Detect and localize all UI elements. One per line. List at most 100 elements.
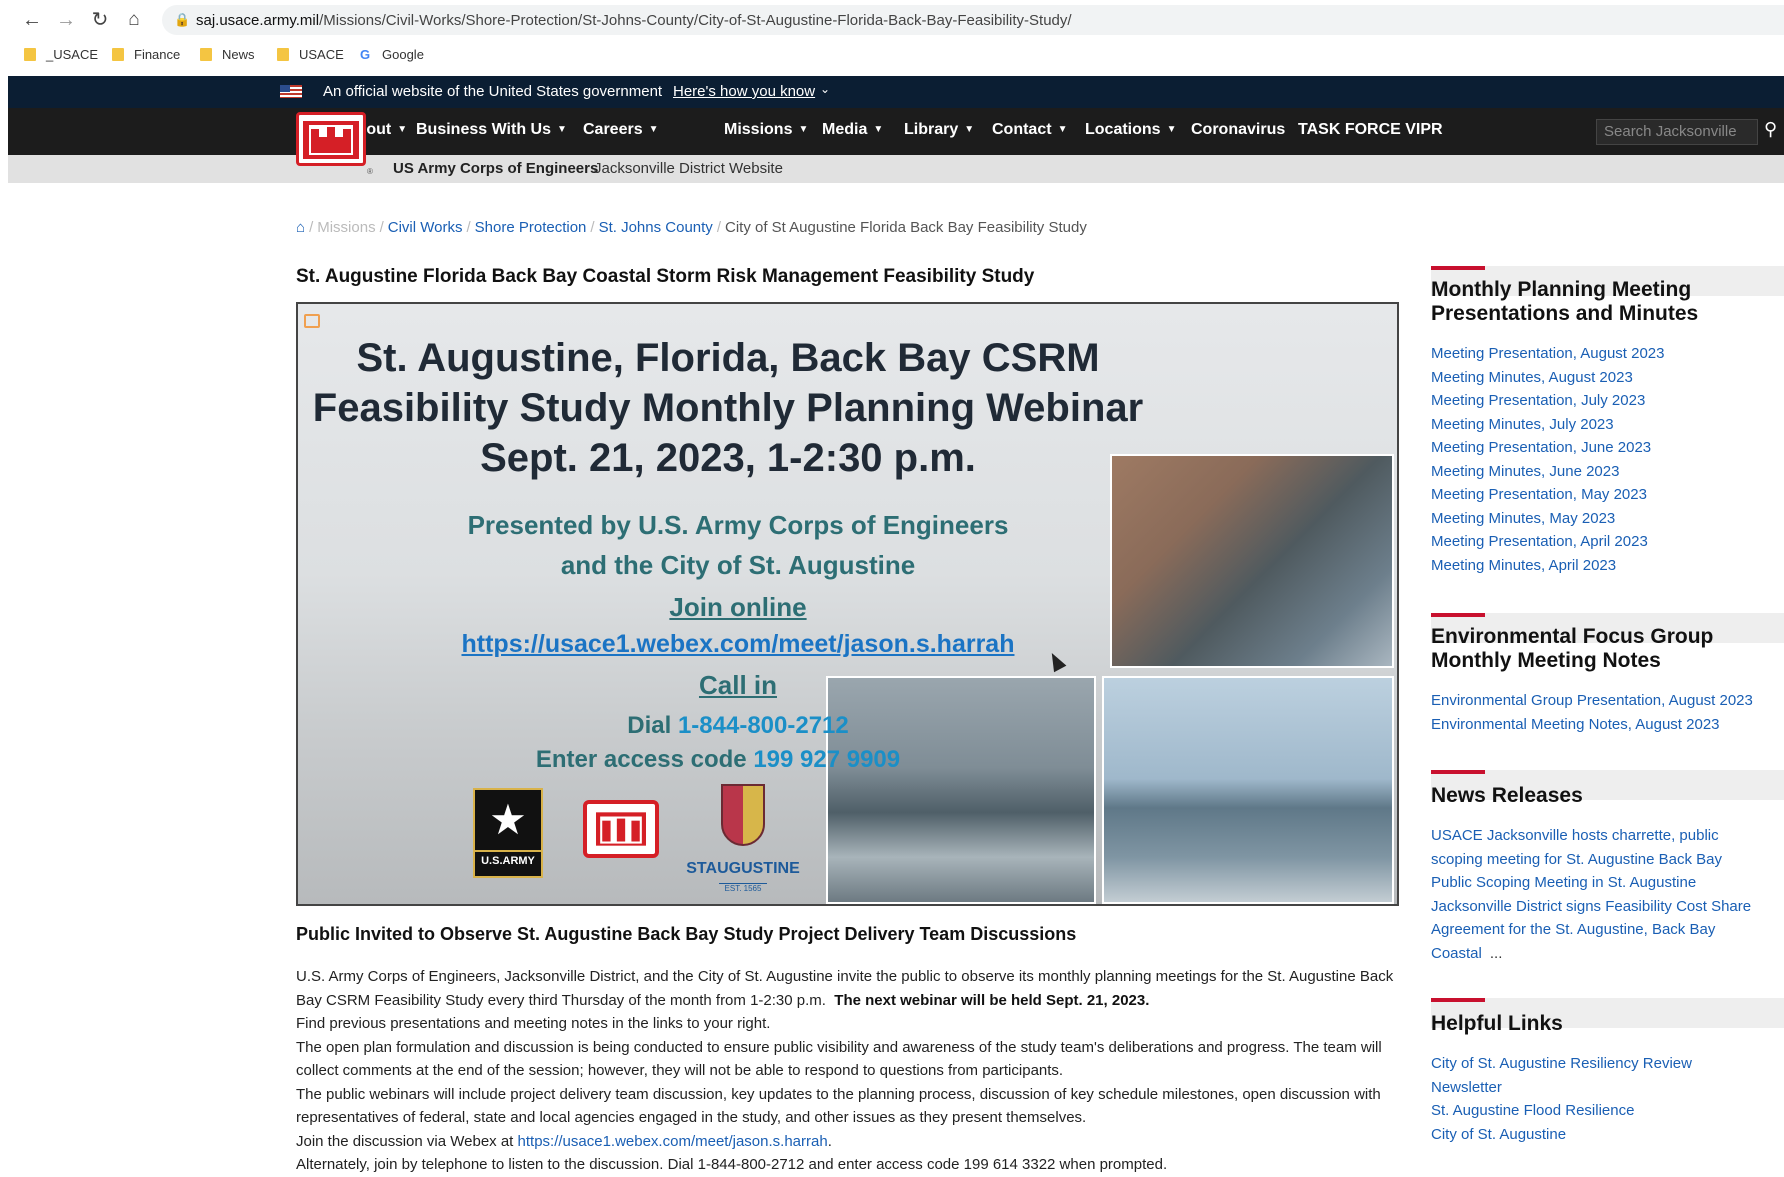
caret-down-icon: ▼ <box>798 124 809 135</box>
google-icon: G <box>360 47 371 62</box>
search-icon[interactable]: ⚲ <box>1764 119 1777 140</box>
nav-library[interactable]: Library ▼ <box>904 121 974 139</box>
section-accent <box>1431 770 1485 774</box>
lock-icon: 🔒 <box>174 12 191 27</box>
link-env-notes-aug-2023[interactable]: Environmental Meeting Notes, August 2023 <box>1431 713 1753 737</box>
bookmark-google[interactable]: G Google <box>360 47 424 62</box>
bookmark-news[interactable]: News <box>200 47 255 62</box>
org-name: US Army Corps of Engineers <box>393 160 599 177</box>
registered-mark: ® <box>367 167 373 176</box>
sidebar-environmental-group: Environmental Focus Group Monthly Meeting… <box>1431 613 1784 743</box>
banner-presented-line1: Presented by U.S. Army Corps of Engineer… <box>467 510 1009 540</box>
link-resiliency-review[interactable]: City of St. Augustine Resiliency Review <box>1431 1052 1692 1076</box>
banner-presented-line2: and the City of St. Augustine <box>560 550 916 580</box>
link-presentation-may-2023[interactable]: Meeting Presentation, May 2023 <box>1431 483 1665 507</box>
banner-webex-url: https://usace1.webex.com/meet/jason.s.ha… <box>461 630 1015 658</box>
bookmarks-bar: _USACE Finance News USACE G Google <box>0 44 1784 68</box>
site-subbar: ® US Army Corps of Engineers Jacksonvill… <box>8 155 1784 183</box>
link-presentation-aug-2023[interactable]: Meeting Presentation, August 2023 <box>1431 342 1665 366</box>
paragraph-webinars: The public webinars will include project… <box>296 1085 1381 1127</box>
banner-access-code: Enter access code 199 927 9909 <box>535 746 901 773</box>
sidebar-monthly-meetings: Monthly Planning Meeting Presentations an… <box>1431 266 1784 586</box>
search-input[interactable]: Search Jacksonville <box>1596 119 1758 145</box>
section-accent <box>1431 998 1485 1002</box>
section-accent <box>1431 613 1485 617</box>
sidebar-heading-news: News Releases <box>1431 784 1583 807</box>
link-presentation-jun-2023[interactable]: Meeting Presentation, June 2023 <box>1431 436 1665 460</box>
reload-icon[interactable]: ↻ <box>88 8 112 32</box>
link-presentation-apr-2023[interactable]: Meeting Presentation, April 2023 <box>1431 530 1665 554</box>
link-minutes-jul-2023[interactable]: Meeting Minutes, July 2023 <box>1431 413 1665 437</box>
folder-icon <box>277 48 289 61</box>
link-city-st-augustine[interactable]: City of St. Augustine <box>1431 1123 1692 1147</box>
browser-chrome: ← → ↻ ⌂ 🔒 saj.usace.army.mil/Missions/Ci… <box>0 0 1784 76</box>
bookmark-usace[interactable]: USACE <box>277 47 344 62</box>
article-body: U.S. Army Corps of Engineers, Jacksonvil… <box>296 965 1396 1177</box>
breadcrumb-shore-protection[interactable]: Shore Protection <box>475 219 587 236</box>
section-subtitle: Public Invited to Observe St. Augustine … <box>296 924 1077 944</box>
site-name: Jacksonville District Website <box>594 160 783 177</box>
news-charrette-link[interactable]: USACE Jacksonville hosts charrette, publ… <box>1431 824 1751 848</box>
sidebar-news-releases: News Releases USACE Jacksonville hosts c… <box>1431 770 1784 970</box>
home-icon[interactable]: ⌂ <box>296 219 305 236</box>
address-row: ← → ↻ ⌂ 🔒 saj.usace.army.mil/Missions/Ci… <box>0 0 1784 40</box>
breadcrumb-missions[interactable]: Missions <box>317 219 375 236</box>
news-cost-share-link-end[interactable]: Coastal... <box>1431 942 1751 966</box>
link-minutes-jun-2023[interactable]: Meeting Minutes, June 2023 <box>1431 460 1665 484</box>
link-newsletter[interactable]: Newsletter <box>1431 1076 1692 1100</box>
sidebar-heading-helpful: Helpful Links <box>1431 1012 1563 1035</box>
gov-banner-text: An official website of the United States… <box>323 83 663 100</box>
more-ellipsis[interactable]: ... <box>1490 945 1503 962</box>
banner-dial: Dial 1-844-800-2712 <box>627 712 849 739</box>
back-icon[interactable]: ← <box>20 8 44 32</box>
link-minutes-aug-2023[interactable]: Meeting Minutes, August 2023 <box>1431 366 1665 390</box>
nav-locations[interactable]: Locations ▼ <box>1085 121 1176 139</box>
news-links: USACE Jacksonville hosts charrette, publ… <box>1431 824 1751 965</box>
usace-castle-logo[interactable] <box>296 112 366 166</box>
nav-contact[interactable]: Contact ▼ <box>992 121 1067 139</box>
st-augustine-city-logo: STAUGUSTINE EST. 1565 <box>678 784 808 894</box>
sidebar-helpful-links: Helpful Links City of St. Augustine Resi… <box>1431 998 1784 1148</box>
nav-coronavirus[interactable]: Coronavirus <box>1191 121 1285 139</box>
webex-link[interactable]: https://usace1.webex.com/meet/jason.s.ha… <box>518 1133 828 1150</box>
nav-business-with-us[interactable]: Business With Us ▼ <box>416 121 567 139</box>
comment-icon[interactable] <box>304 314 320 328</box>
bookmark-usace-folder[interactable]: _USACE <box>24 47 98 62</box>
castle-icon <box>596 812 646 846</box>
news-charrette-link-cont[interactable]: scoping meeting for St. Augustine Back B… <box>1431 848 1751 872</box>
nav-media[interactable]: Media ▼ <box>822 121 883 139</box>
address-bar[interactable]: 🔒 saj.usace.army.mil/Missions/Civil-Work… <box>162 5 1784 35</box>
seawall-waves-photo <box>826 676 1096 904</box>
caret-down-icon: ▼ <box>648 124 659 135</box>
folder-icon <box>200 48 212 61</box>
webinar-banner-image: St. Augustine, Florida, Back Bay CSRM Fe… <box>296 302 1399 906</box>
castle-icon <box>303 121 359 159</box>
folder-icon <box>112 48 124 61</box>
forward-icon[interactable]: → <box>54 8 78 32</box>
how-you-know-link[interactable]: Here's how you know <box>673 83 815 100</box>
link-presentation-jul-2023[interactable]: Meeting Presentation, July 2023 <box>1431 389 1665 413</box>
news-cost-share-link[interactable]: Jacksonville District signs Feasibility … <box>1431 895 1751 919</box>
home-icon[interactable]: ⌂ <box>122 8 146 32</box>
link-minutes-may-2023[interactable]: Meeting Minutes, May 2023 <box>1431 507 1665 531</box>
breadcrumb: ⌂ / Missions / Civil Works / Shore Protection /… <box>296 219 1087 236</box>
nav-careers[interactable]: Careers ▼ <box>583 121 659 139</box>
link-minutes-apr-2023[interactable]: Meeting Minutes, April 2023 <box>1431 554 1665 578</box>
chevron-down-icon[interactable]: ⌄ <box>820 82 830 96</box>
caret-down-icon: ▼ <box>1166 124 1177 135</box>
bookmark-finance[interactable]: Finance <box>112 47 180 62</box>
news-public-scoping-link[interactable]: Public Scoping Meeting in St. Augustine <box>1431 871 1751 895</box>
paragraph-join: Join the discussion via Webex at https:/… <box>296 1132 832 1150</box>
link-flood-resilience[interactable]: St. Augustine Flood Resilience <box>1431 1099 1692 1123</box>
nav-missions[interactable]: Missions ▼ <box>724 121 808 139</box>
breadcrumb-civil-works[interactable]: Civil Works <box>388 219 463 236</box>
environmental-links: Environmental Group Presentation, August… <box>1431 689 1753 736</box>
helpful-links: City of St. Augustine Resiliency Review … <box>1431 1052 1692 1146</box>
link-env-presentation-aug-2023[interactable]: Environmental Group Presentation, August… <box>1431 689 1753 713</box>
paragraph-find: Find previous presentations and meeting … <box>296 1015 771 1032</box>
paragraph-open-plan: The open plan formulation and discussion… <box>296 1038 1382 1080</box>
news-cost-share-link-cont[interactable]: Agreement for the St. Augustine, Back Ba… <box>1431 918 1751 942</box>
breadcrumb-st-johns-county[interactable]: St. Johns County <box>599 219 713 236</box>
main-navigation: About ▼ Business With Us ▼ Careers ▼ Missio… <box>8 108 1784 166</box>
nav-task-force-vipr[interactable]: TASK FORCE VIPR <box>1298 121 1443 139</box>
